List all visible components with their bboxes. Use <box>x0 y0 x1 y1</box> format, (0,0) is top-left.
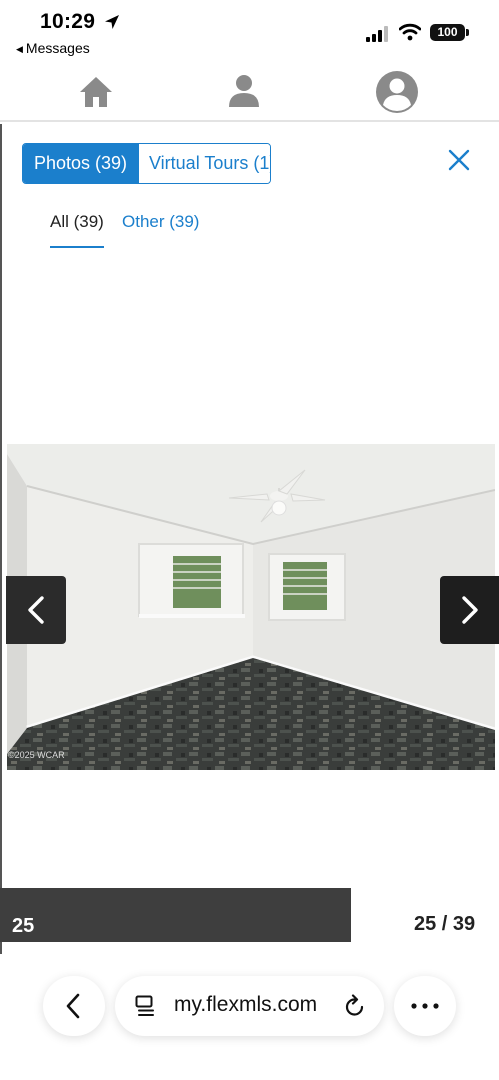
page-menu-icon[interactable] <box>135 995 157 1017</box>
back-triangle-icon: ◀ <box>16 44 23 54</box>
photo-caption-bar <box>0 888 351 942</box>
location-arrow-icon <box>105 15 119 29</box>
tab-virtual-tours[interactable]: Virtual Tours (1) <box>139 144 270 183</box>
more-options-button[interactable] <box>394 976 456 1036</box>
status-bar: 10:29 ◀ Messages 100 <box>0 0 499 62</box>
photo-counter: 25 / 39 <box>414 913 476 935</box>
modal-left-edge <box>0 124 2 954</box>
status-time: 10:29 <box>40 10 96 33</box>
active-subtab-underline <box>50 246 104 248</box>
person-icon[interactable] <box>228 74 260 108</box>
close-icon[interactable] <box>446 147 472 173</box>
home-icon[interactable] <box>78 75 114 109</box>
reload-icon[interactable] <box>344 994 366 1018</box>
battery-tip <box>466 29 469 36</box>
photo-caption-number: 25 <box>12 915 35 937</box>
more-dots-icon <box>411 1003 439 1009</box>
subtab-all[interactable]: All (39) <box>50 212 104 232</box>
account-circle-icon[interactable] <box>375 70 419 114</box>
chevron-left-icon <box>66 993 80 1019</box>
back-app-label: Messages <box>25 40 90 56</box>
wifi-icon <box>399 23 421 41</box>
listing-photo <box>7 444 495 770</box>
photo-watermark: ©2025 WCAR <box>8 750 65 760</box>
chevron-left-icon <box>28 596 44 624</box>
url-text: my.flexmls.com <box>174 993 318 1016</box>
tab-photos[interactable]: Photos (39) <box>23 144 139 183</box>
battery-indicator: 100 <box>430 24 465 41</box>
app-nav-bar <box>0 62 499 122</box>
browser-back-button[interactable] <box>43 976 105 1036</box>
media-tab-group: Photos (39) Virtual Tours (1) <box>22 143 271 184</box>
cellular-signal-icon <box>366 26 388 42</box>
previous-photo-button[interactable] <box>6 576 66 644</box>
next-photo-button[interactable] <box>440 576 499 644</box>
subtab-other[interactable]: Other (39) <box>122 212 199 232</box>
address-bar[interactable]: my.flexmls.com <box>115 976 384 1036</box>
chevron-right-icon <box>461 596 478 624</box>
back-to-app-link[interactable]: ◀ Messages <box>16 40 90 56</box>
